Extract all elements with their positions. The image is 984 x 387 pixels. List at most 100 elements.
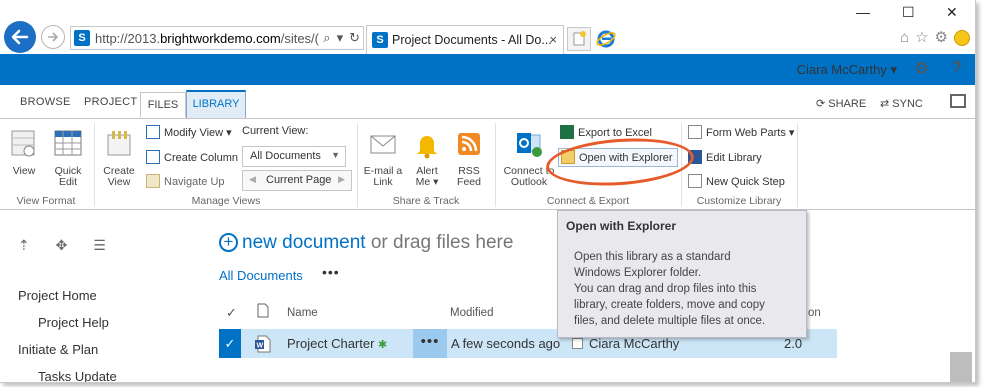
new-quick-step-button[interactable]: New Quick Step — [688, 174, 785, 188]
ie-tab-button[interactable] — [595, 28, 617, 50]
modified-value: A few seconds ago — [451, 336, 561, 351]
focus-content-icon[interactable] — [950, 94, 966, 108]
tab-title: Project Documents - All Do... — [392, 33, 552, 47]
folder-up-icon — [146, 174, 160, 188]
rss-icon — [458, 133, 480, 155]
user-menu[interactable]: Ciara McCarthy ▾ — [797, 62, 897, 78]
excel-icon — [560, 125, 574, 139]
column-header-modified[interactable]: Modified — [450, 307, 493, 319]
share-button[interactable]: ⟳ SHARE — [816, 97, 866, 110]
nav-item-tasks-update[interactable]: Tasks Update — [38, 369, 117, 382]
ribbon-tab-row: BROWSE PROJECT FILES LIBRARY ⟳ SHARE ⇄ S… — [0, 88, 975, 118]
create-view-button[interactable]: Create View — [100, 129, 138, 188]
select-all-checkbox[interactable]: ✓ — [226, 305, 237, 321]
help-icon[interactable]: ? — [952, 59, 962, 77]
nav-item-project-home[interactable]: Project Home — [18, 288, 97, 303]
tab-files[interactable]: FILES — [140, 92, 186, 118]
settings-gear-icon[interactable]: ⚙ — [914, 59, 929, 79]
group-label-manage-views: Manage Views — [191, 195, 261, 207]
ribbon: View Quick Edit View Format Create View … — [0, 118, 975, 210]
view-icon — [11, 130, 35, 157]
tooltip-body: Open this library as a standard Windows … — [574, 251, 766, 327]
group-label-view-format: View Format — [16, 195, 76, 207]
move-icon[interactable]: ✥ — [56, 237, 68, 253]
upload-icon[interactable]: ⇡ — [18, 237, 30, 253]
sync-button[interactable]: ⇄ SYNC — [880, 97, 923, 110]
create-view-icon — [107, 131, 131, 156]
internet-explorer-icon — [596, 30, 616, 48]
browser-tab-active[interactable]: S Project Documents - All Do... × — [366, 25, 564, 54]
bell-icon — [417, 136, 437, 159]
email-link-button[interactable]: E-mail a Link — [362, 129, 404, 188]
tab-project[interactable]: PROJECT — [84, 96, 137, 108]
browser-chrome: — ☐ ✕ S http://2013.brightworkdemo.com/s… — [0, 0, 975, 54]
current-page-control[interactable]: ◀ Current Page ▶ — [242, 170, 352, 191]
document-icon — [257, 303, 269, 318]
modify-view-icon — [146, 125, 160, 139]
address-bar[interactable]: S http://2013.brightworkdemo.com/sites/(… — [70, 26, 364, 50]
tab-browse[interactable]: BROWSE — [20, 96, 71, 108]
tab-close-icon[interactable]: × — [549, 32, 557, 47]
open-with-explorer-tooltip: Open with Explorer Open this library as … — [557, 210, 807, 338]
view-more-button[interactable]: ••• — [322, 264, 340, 280]
arrow-left-icon — [11, 29, 29, 45]
current-view-select[interactable]: All Documents ▼ — [242, 146, 346, 167]
edit-library-button[interactable]: Edit Library — [688, 150, 762, 164]
navigate-up-button[interactable]: Navigate Up — [146, 174, 225, 188]
nav-item-project-help[interactable]: Project Help — [38, 315, 109, 330]
list-icon[interactable]: ☰ — [93, 237, 106, 253]
add-icon[interactable]: + — [219, 233, 238, 252]
new-document-link[interactable]: new document — [242, 232, 366, 253]
back-button[interactable] — [4, 21, 36, 53]
alert-me-button[interactable]: Alert Me ▾ — [410, 129, 444, 188]
nav-item-initiate-plan[interactable]: Initiate & Plan — [18, 342, 98, 357]
export-excel-button[interactable]: Export to Excel — [560, 125, 652, 139]
maximize-button[interactable]: ☐ — [902, 4, 915, 21]
dropdown-icon[interactable]: ▾ — [337, 30, 344, 45]
modify-view-button[interactable]: Modify View ▾ — [146, 125, 232, 139]
address-actions: ⌕ ▾ ↻ — [317, 30, 360, 46]
feedback-smiley-icon[interactable] — [954, 30, 970, 47]
new-tab-icon — [573, 31, 586, 46]
version-value: 2.0 — [784, 336, 803, 351]
forward-button[interactable] — [41, 25, 65, 49]
modified-by-value[interactable]: Ciara McCarthy — [589, 336, 679, 351]
refresh-icon[interactable]: ↻ — [349, 30, 360, 45]
row-more-button[interactable]: ••• — [413, 329, 447, 358]
previous-page-icon[interactable]: ◀ — [249, 174, 256, 185]
gear-icon[interactable]: ⚙ — [935, 29, 954, 46]
presence-indicator — [572, 338, 583, 349]
tooltip-title: Open with Explorer — [566, 219, 677, 233]
home-icon[interactable]: ⌂ — [900, 29, 915, 46]
share-icon: ⟳ — [816, 98, 826, 110]
scrollbar-thumb[interactable] — [950, 352, 972, 382]
browser-window: — ☐ ✕ S http://2013.brightworkdemo.com/s… — [0, 0, 976, 383]
row-checkbox[interactable]: ✓ — [219, 329, 241, 358]
create-column-button[interactable]: Create Column — [146, 150, 238, 164]
new-document-bar: + new document or drag files here — [219, 232, 513, 254]
new-tab-button[interactable] — [567, 27, 591, 51]
column-header-name[interactable]: Name — [287, 307, 318, 319]
column-header-version[interactable]: on — [808, 307, 821, 319]
favorites-icon[interactable]: ☆ — [915, 29, 934, 46]
view-all-documents[interactable]: All Documents — [219, 268, 303, 283]
quick-step-icon — [688, 174, 702, 188]
search-icon[interactable]: ⌕ — [323, 30, 330, 45]
close-window-button[interactable]: ✕ — [946, 4, 958, 21]
document-name-link[interactable]: Project Charter ✱ — [287, 336, 387, 351]
quick-edit-button[interactable]: Quick Edit — [50, 129, 86, 188]
sharepoint-icon: S — [372, 32, 388, 48]
rss-feed-button[interactable]: RSS Feed — [452, 129, 486, 188]
group-label-customize-library: Customize Library — [696, 195, 782, 207]
sharepoint-icon: S — [74, 30, 90, 46]
create-column-icon — [146, 150, 160, 164]
url-text: http://2013.brightworkdemo.com/sites/( — [95, 31, 320, 46]
group-label-share-track: Share & Track — [392, 195, 460, 207]
svg-text:W: W — [257, 343, 264, 350]
group-separator — [94, 123, 95, 207]
minimize-button[interactable]: — — [856, 4, 870, 20]
next-page-icon[interactable]: ▶ — [338, 174, 345, 185]
tab-library[interactable]: LIBRARY — [186, 90, 246, 118]
form-web-parts-button[interactable]: Form Web Parts ▾ — [688, 125, 794, 139]
view-button[interactable]: View — [8, 129, 40, 177]
